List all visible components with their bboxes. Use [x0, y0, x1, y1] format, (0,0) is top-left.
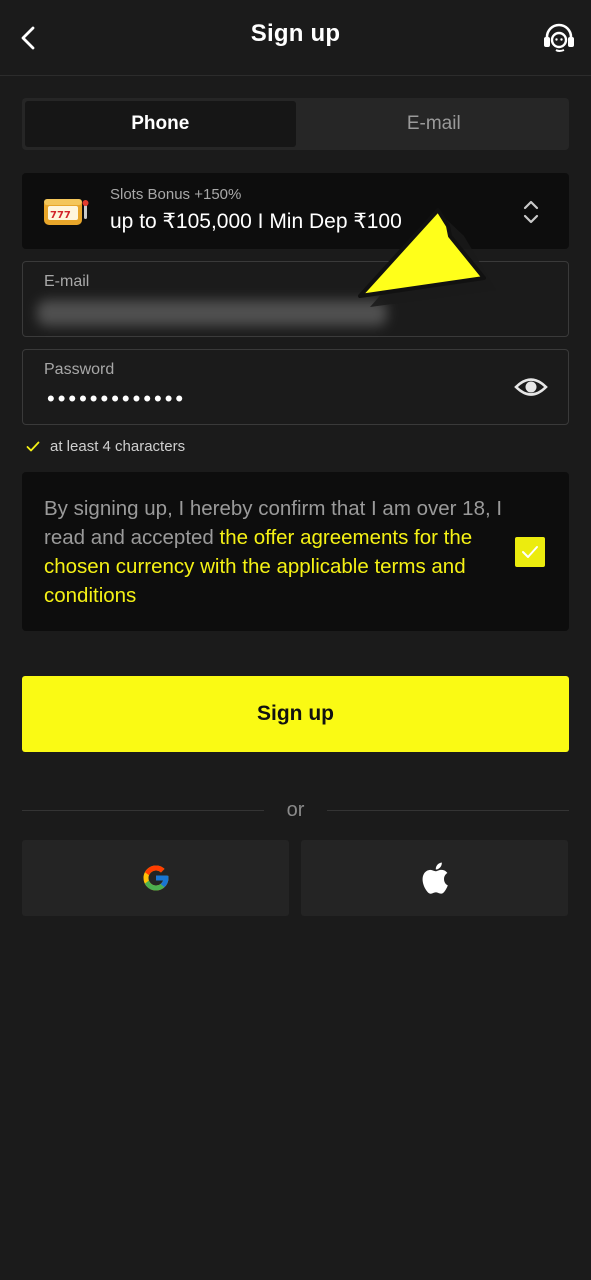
registration-method-tabs: Phone E-mail — [22, 98, 569, 150]
password-value: ••••••••••••• — [47, 386, 187, 411]
headset-icon — [544, 23, 574, 52]
tab-phone[interactable]: Phone — [25, 101, 296, 147]
divider-line-right — [327, 810, 569, 811]
google-signin-button[interactable] — [22, 840, 289, 916]
google-icon — [143, 865, 168, 891]
bonus-selector[interactable]: 777 Slots Bonus +150% up to ₹105,000 I M… — [22, 173, 569, 249]
checkmark-icon — [522, 546, 538, 558]
email-field[interactable]: E-mail — [22, 261, 569, 337]
expand-chevrons-icon — [523, 200, 539, 224]
svg-text:777: 777 — [50, 210, 71, 221]
tab-email[interactable]: E-mail — [299, 98, 570, 150]
email-field-label: E-mail — [44, 273, 90, 290]
signup-button[interactable]: Sign up — [22, 676, 569, 752]
apple-icon — [422, 862, 448, 894]
terms-checkbox[interactable] — [515, 537, 545, 567]
eye-icon[interactable] — [514, 372, 548, 402]
check-icon — [26, 441, 40, 451]
apple-signin-button[interactable] — [301, 840, 568, 916]
email-value-redacted — [37, 300, 387, 326]
terms-text: By signing up, I hereby confirm that I a… — [44, 494, 504, 610]
slot-machine-icon: 777 — [44, 199, 89, 225]
password-field-label: Password — [44, 361, 115, 378]
page-title: Sign up — [250, 20, 341, 47]
password-hint-text: at least 4 characters — [50, 438, 186, 455]
support-button[interactable] — [539, 18, 579, 58]
bonus-subtitle: Slots Bonus +150% — [110, 186, 242, 203]
bonus-title: up to ₹105,000 I Min Dep ₹100 — [110, 210, 402, 233]
password-field[interactable]: Password ••••••••••••• — [22, 349, 569, 425]
password-hint: at least 4 characters — [26, 438, 185, 455]
top-app-bar: Sign up — [0, 0, 591, 76]
divider-or: or — [286, 799, 305, 821]
divider-line-left — [22, 810, 264, 811]
signup-screen: Sign up Phone E-mail 777 Slots Bonus +15… — [0, 0, 591, 1280]
terms-panel: By signing up, I hereby confirm that I a… — [22, 472, 569, 631]
